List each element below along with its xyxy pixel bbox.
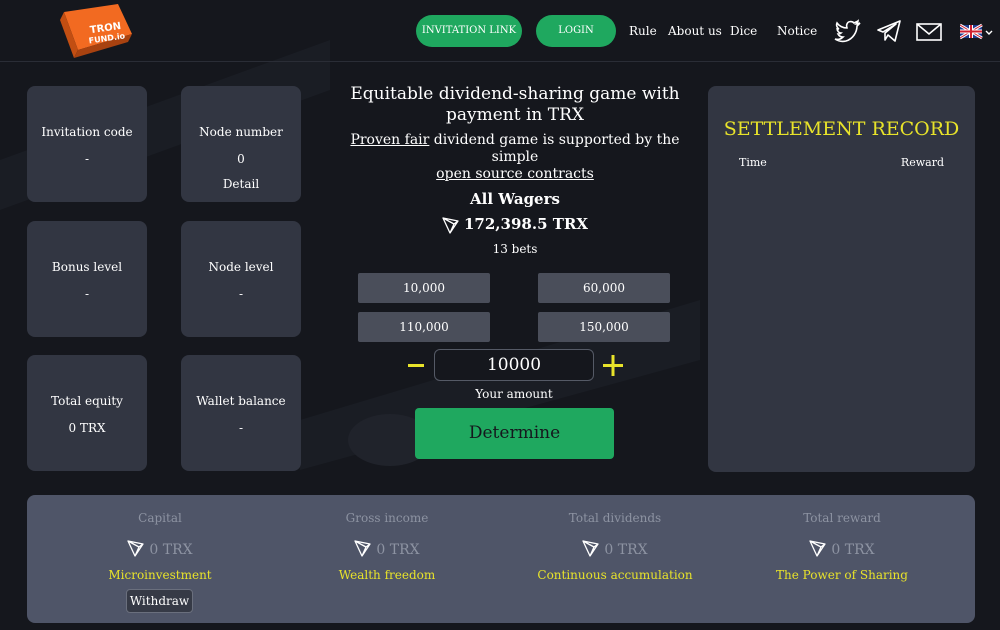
invitation-link-button[interactable]: INVITATION LINK <box>416 15 522 47</box>
tron-icon <box>442 217 459 234</box>
preset-60000-button[interactable]: 60,000 <box>538 273 670 303</box>
node-detail-link[interactable]: Detail <box>181 177 301 191</box>
total-reward-stat: Total reward 0 TRX The Power of Sharing <box>727 495 957 623</box>
total-equity-value: 0 TRX <box>68 421 106 435</box>
total-reward-label: Total reward <box>803 511 881 525</box>
tron-icon <box>809 540 827 557</box>
all-wagers-label: All Wagers <box>470 190 560 208</box>
settlement-reward-header: Reward <box>900 156 944 169</box>
telegram-icon[interactable] <box>876 19 902 43</box>
amount-input[interactable]: 10000 <box>434 349 594 381</box>
total-dividends-label: Total dividends <box>568 511 662 525</box>
tron-icon <box>127 540 145 557</box>
minus-icon[interactable] <box>404 349 430 381</box>
invitation-code-card: Invitation code - <box>27 86 147 202</box>
settlement-time-header: Time <box>739 156 767 169</box>
node-number-card: Node number 0 Detail <box>181 86 301 202</box>
bets-count: 13 bets <box>492 242 538 256</box>
preset-10000-button[interactable]: 10,000 <box>358 273 490 303</box>
total-reward-value: 0 TRX <box>727 539 957 561</box>
bonus-level-value: - <box>84 287 90 301</box>
all-wagers-value: 172,398.5 TRX <box>340 215 690 234</box>
capital-slogan: Microinvestment <box>108 568 212 582</box>
nav-rule[interactable]: Rule <box>629 24 657 38</box>
preset-110000-button[interactable]: 110,000 <box>358 312 490 342</box>
nav-about-us[interactable]: About us <box>668 24 722 38</box>
open-source-contracts-link[interactable]: open source contracts <box>436 166 594 182</box>
login-button[interactable]: LOGIN <box>536 15 616 47</box>
gross-income-stat: Gross income 0 TRX Wealth freedom <box>272 495 502 623</box>
bonus-level-label: Bonus level <box>51 260 123 274</box>
tron-icon <box>582 540 600 557</box>
total-dividends-slogan: Continuous accumulation <box>537 568 693 582</box>
node-level-card: Node level - <box>181 221 301 337</box>
twitter-icon[interactable] <box>834 19 862 43</box>
node-level-value: - <box>238 287 244 301</box>
wallet-balance-label: Wallet balance <box>196 394 286 408</box>
node-number-value: 0 <box>237 152 245 166</box>
your-amount-label: Your amount <box>475 387 553 401</box>
total-equity-label: Total equity <box>51 394 123 408</box>
total-reward-slogan: The Power of Sharing <box>776 568 908 582</box>
tron-icon <box>354 540 372 557</box>
capital-value: 0 TRX <box>45 539 275 561</box>
invitation-code-value: - <box>84 152 90 166</box>
header-bar: TRON FUND.io INVITATION LINK LOGIN Rule … <box>0 0 1000 62</box>
capital-label: Capital <box>138 511 182 525</box>
settlement-title: SETTLEMENT RECORD <box>723 118 960 140</box>
wallet-balance-card: Wallet balance - <box>181 355 301 471</box>
nav-notice[interactable]: Notice <box>777 24 817 38</box>
mail-icon[interactable] <box>915 21 943 43</box>
determine-button[interactable]: Determine <box>415 408 614 459</box>
total-dividends-stat: Total dividends 0 TRX Continuous accumul… <box>500 495 730 623</box>
preset-150000-button[interactable]: 150,000 <box>538 312 670 342</box>
plus-icon[interactable] <box>600 349 626 381</box>
proven-fair-link[interactable]: Proven fair <box>350 132 429 148</box>
uk-flag-icon[interactable] <box>960 22 994 42</box>
gross-income-label: Gross income <box>345 511 429 525</box>
total-dividends-value: 0 TRX <box>500 539 730 561</box>
gross-income-value: 0 TRX <box>272 539 502 561</box>
withdraw-button[interactable]: Withdraw <box>126 589 193 613</box>
settlement-record-panel: SETTLEMENT RECORD Time Reward <box>708 86 975 472</box>
game-title: Equitable dividend-sharing game with pay… <box>350 84 680 125</box>
nav-dice[interactable]: Dice <box>730 24 757 38</box>
invitation-code-label: Invitation code <box>41 125 133 139</box>
wallet-balance-value: - <box>238 421 244 435</box>
node-number-label: Node number <box>199 125 283 139</box>
gross-income-slogan: Wealth freedom <box>338 568 436 582</box>
node-level-label: Node level <box>208 260 274 274</box>
total-equity-card: Total equity 0 TRX <box>27 355 147 471</box>
game-subtitle: Proven fair dividend game is supported b… <box>350 132 680 182</box>
bonus-level-card: Bonus level - <box>27 221 147 337</box>
